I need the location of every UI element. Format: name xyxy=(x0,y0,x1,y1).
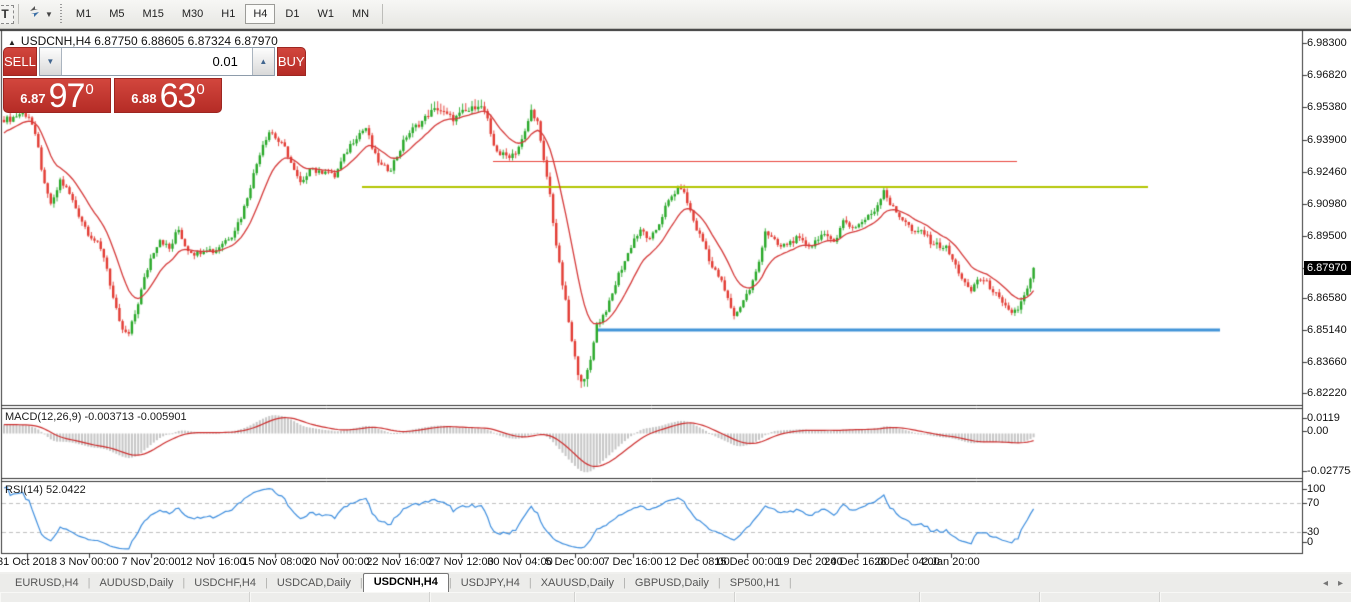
macd-axis-label: -0.027754 xyxy=(1307,465,1351,477)
status-cell xyxy=(575,592,735,602)
rsi-axis-label: 0 xyxy=(1307,536,1351,548)
collapse-panel-icon[interactable]: ▲ xyxy=(8,38,16,47)
ask-price-box[interactable]: 6.88 63 0 xyxy=(114,78,222,113)
rsi-axis-label: 100 xyxy=(1307,483,1351,495)
chart-tab-gbpusd[interactable]: GBPUSD,Daily xyxy=(626,575,718,592)
chart-tab-bar: EURUSD,H4|AUDUSD,Daily|USDCHF,H4|USDCAD,… xyxy=(0,574,1351,592)
tab-scroll-left-icon[interactable]: ◂ xyxy=(1323,578,1328,589)
bid-price-digits: 97 xyxy=(49,83,85,109)
macd-axis-label: 0.0119 xyxy=(1307,412,1351,424)
chart-ohlc-header: ▲ USDCNH,H4 6.87750 6.88605 6.87324 6.879… xyxy=(8,34,278,48)
time-axis-label: 2 Jan 20:00 xyxy=(903,556,999,568)
buy-button[interactable]: BUY xyxy=(277,47,306,76)
status-cell xyxy=(920,592,1040,602)
chart-tab-usdchf[interactable]: USDCHF,H4 xyxy=(185,575,265,592)
price-axis-label: 6.92460 xyxy=(1307,166,1351,178)
chart-tab-eurusd[interactable]: EURUSD,H4 xyxy=(6,575,88,592)
volume-increase-button[interactable]: ▲ xyxy=(252,48,274,75)
status-bar xyxy=(0,592,1351,602)
chart-tab-usdcnh[interactable]: USDCNH,H4 xyxy=(363,573,449,592)
chart-tab-usdcad[interactable]: USDCAD,Daily xyxy=(268,575,360,592)
price-axis-label: 6.86580 xyxy=(1307,292,1351,304)
chart-tab-audusd[interactable]: AUDUSD,Daily xyxy=(90,575,182,592)
current-price-tag: 6.87970 xyxy=(1304,261,1351,275)
price-axis-label: 6.98300 xyxy=(1307,37,1351,49)
bid-price-point: 0 xyxy=(85,85,93,95)
chart-tab-xauusd[interactable]: XAUUSD,Daily xyxy=(532,575,623,592)
ask-price-prefix: 6.88 xyxy=(131,91,156,106)
sell-button[interactable]: SELL xyxy=(3,47,37,76)
one-click-trading-panel: SELL ▼ ▲ BUY 6.87 97 0 6.88 63 0 xyxy=(3,47,223,113)
bid-price-box[interactable]: 6.87 97 0 xyxy=(3,78,111,113)
macd-label: MACD(12,26,9) -0.003713 -0.005901 xyxy=(5,411,187,423)
price-axis-label: 6.89500 xyxy=(1307,230,1351,242)
price-axis-label: 6.96820 xyxy=(1307,69,1351,81)
macd-axis-label: 0.00 xyxy=(1307,425,1351,437)
bid-price-prefix: 6.87 xyxy=(20,91,45,106)
rsi-label: RSI(14) 52.0422 xyxy=(5,484,86,496)
volume-stepper: ▼ ▲ xyxy=(39,47,275,76)
ask-price-digits: 63 xyxy=(160,83,196,109)
ask-price-point: 0 xyxy=(196,85,204,95)
status-cell xyxy=(735,592,920,602)
price-axis-label: 6.85140 xyxy=(1307,324,1351,336)
status-cell xyxy=(250,592,430,602)
price-axis-label: 6.83660 xyxy=(1307,356,1351,368)
volume-input[interactable] xyxy=(62,48,252,75)
price-axis-label: 6.93900 xyxy=(1307,134,1351,146)
price-axis-label: 6.95380 xyxy=(1307,101,1351,113)
tab-separator: | xyxy=(789,577,792,592)
rsi-axis-label: 70 xyxy=(1307,497,1351,509)
chart-tab-usdjpy[interactable]: USDJPY,H4 xyxy=(452,575,529,592)
status-cell xyxy=(430,592,575,602)
status-cell xyxy=(0,592,250,602)
status-cell xyxy=(1160,592,1351,602)
price-axis-label: 6.82220 xyxy=(1307,387,1351,399)
price-axis-label: 6.90980 xyxy=(1307,198,1351,210)
tab-scroll-right-icon[interactable]: ▸ xyxy=(1338,578,1343,589)
mt4-window: T ▼ M1M5M15M30H1H4D1W1MN ▲USDCNH,H4 6.87… xyxy=(0,0,1351,602)
volume-decrease-button[interactable]: ▼ xyxy=(40,48,62,75)
chart-ohlc-text: USDCNH,H4 6.87750 6.88605 6.87324 6.8797… xyxy=(21,34,278,48)
status-cell xyxy=(1040,592,1160,602)
chart-tab-sp500[interactable]: SP500,H1 xyxy=(721,575,789,592)
